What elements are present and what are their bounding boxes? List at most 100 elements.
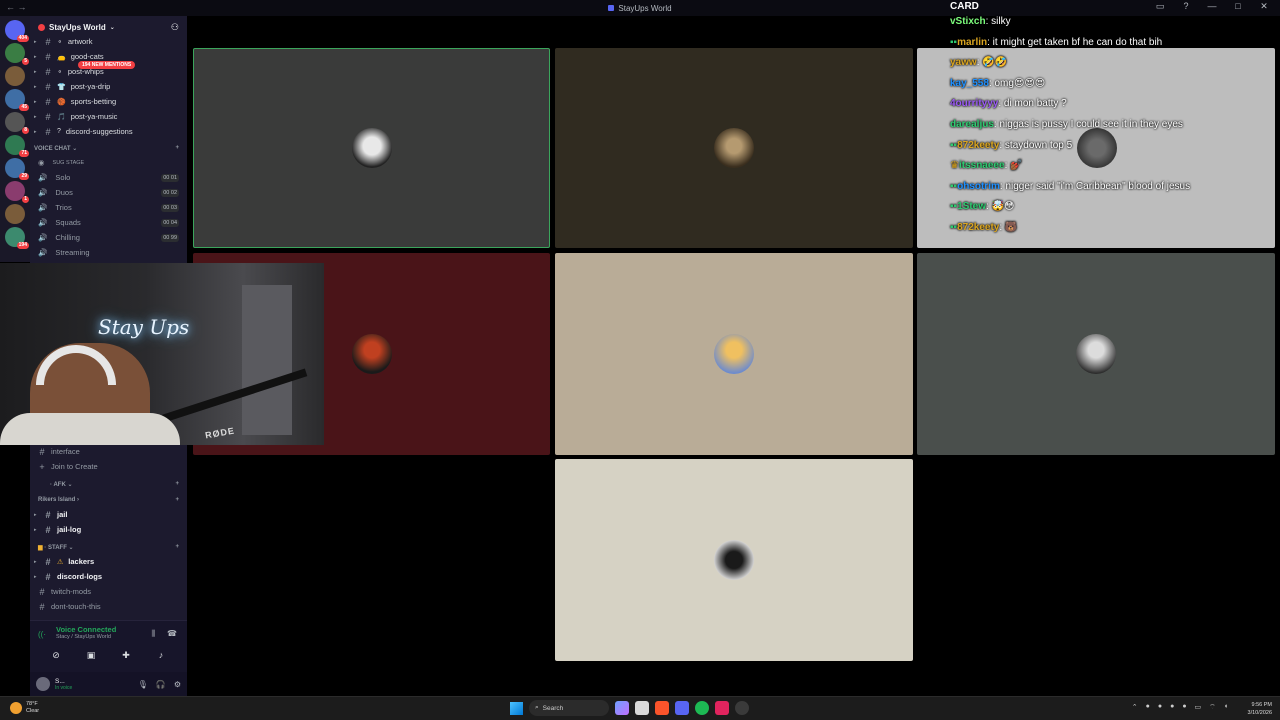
server-icon[interactable]: 8	[5, 112, 29, 134]
brave-browser-icon[interactable]	[655, 701, 669, 715]
noise-suppression-icon[interactable]: ⫼	[151, 629, 155, 639]
voice-channel-duos[interactable]: 🔊 Duos 00 02	[30, 185, 187, 200]
channel-lackers[interactable]: ▸ # ⚠ lackers	[30, 554, 187, 569]
video-tile[interactable]	[555, 253, 913, 455]
chat-user: itssnaeee	[958, 160, 1005, 172]
file-explorer-icon[interactable]	[635, 701, 649, 715]
category-rikers[interactable]: Rikers Island › +	[30, 493, 187, 507]
taskbar: 78°F Clear ⌕ Search ⌃ ● ● ● ● ▭ ⌔ ◖ 9:56 P…	[0, 696, 1280, 720]
chevron-up-icon[interactable]: ⌃	[1132, 703, 1138, 712]
user-panel: S... In voice 🎙 🎧 ⚙	[30, 672, 187, 696]
back-forward-nav[interactable]: ← →	[6, 2, 27, 12]
soundboard-button[interactable]: ♪	[145, 648, 177, 662]
tray-app-icon[interactable]: ●	[1146, 703, 1150, 712]
start-button[interactable]	[510, 701, 523, 715]
add-channel-icon[interactable]: +	[175, 497, 179, 503]
chat-user: kay_558	[950, 77, 989, 89]
add-channel-icon[interactable]: +	[175, 145, 179, 151]
wifi-icon[interactable]: ⌔	[1209, 703, 1216, 712]
category-label: VOICE CHAT	[34, 145, 71, 152]
channel-dont-touch-this[interactable]: # dont-touch-this	[30, 599, 187, 614]
channel-sports-betting[interactable]: ▸ # 🏀 sports-betting	[30, 94, 187, 109]
server-icon[interactable]: 45	[5, 89, 29, 111]
voice-channel-chilling[interactable]: 🔊 Chilling 00 99	[30, 230, 187, 245]
channel-join-to-create[interactable]: + Join to Create	[30, 459, 187, 474]
chat-text: niggas is pussy I could see it in they e…	[999, 118, 1183, 130]
add-friend-icon[interactable]: ⚇	[171, 22, 179, 33]
voice-channel-solo[interactable]: 🔊 Solo 00 01	[30, 170, 187, 185]
server-icon[interactable]: 29	[5, 158, 29, 180]
server-icon[interactable]: 1	[5, 181, 29, 203]
channel-label: jail-log	[57, 525, 82, 534]
clock[interactable]: 9:56 PM 3/10/2026	[1248, 701, 1272, 717]
signal-icon[interactable]: ((·	[38, 630, 46, 639]
gear-icon[interactable]: ⚙	[174, 680, 181, 689]
channel-artwork[interactable]: ▸ # ⚬ artwork	[30, 34, 187, 49]
adobe-icon[interactable]	[715, 701, 729, 715]
channel-discord-suggestions[interactable]: ▸ #? discord-suggestions	[30, 124, 187, 139]
microphone-icon[interactable]: 🎙	[138, 680, 148, 689]
channel-label: artwork	[67, 37, 93, 46]
channel-post-ya-music[interactable]: ▸ # 🎵 post-ya-music	[30, 109, 187, 124]
category-afk[interactable]: · AFK ⌄ +	[30, 477, 187, 491]
mention-badge: 71	[19, 150, 29, 157]
obs-icon[interactable]	[735, 701, 749, 715]
stream-chat-overlay: CARD vStixch: silky ▪▪marlin: it might g…	[946, 0, 1280, 248]
server-icon[interactable]: 71	[5, 135, 29, 157]
server-icon[interactable]: 5	[5, 43, 29, 65]
chat-message: kay_558: omg😍😍😍	[950, 77, 1046, 89]
channel-interface[interactable]: # interface	[30, 444, 187, 459]
server-rail: 404 5 45 8 71 29 1 194	[0, 16, 30, 262]
volume-icon[interactable]: ◖	[1224, 703, 1228, 712]
channel-jail-log[interactable]: ▸ # jail-log	[30, 522, 187, 537]
channel-discord-logs[interactable]: ▸ # discord-logs	[30, 569, 187, 584]
discord-icon[interactable]	[675, 701, 689, 715]
tray-app-icon[interactable]: ●	[1158, 703, 1162, 712]
category-voice-chat[interactable]: VOICE CHAT ⌄ +	[30, 141, 187, 155]
server-icon[interactable]	[5, 66, 25, 86]
tray-app-icon[interactable]: ●	[1170, 703, 1174, 712]
stage-label: SUG STAGE	[52, 159, 85, 166]
display-icon[interactable]: ▭	[1195, 703, 1202, 712]
channel-post-ya-drip[interactable]: ▸ # 👕 post-ya-drip	[30, 79, 187, 94]
voice-channel-streaming[interactable]: 🔊 Streaming	[30, 245, 187, 260]
disconnect-icon[interactable]: ☎	[167, 629, 177, 639]
user-limit: 00 01	[161, 173, 179, 182]
copilot-icon[interactable]	[615, 701, 629, 715]
channel-twitch-mods[interactable]: # twitch-mods	[30, 584, 187, 599]
weather-widget[interactable]: 78°F Clear	[10, 701, 39, 715]
mention-badge: 29	[19, 173, 29, 180]
headphones-icon[interactable]: 🎧	[156, 680, 166, 689]
video-tile[interactable]	[917, 253, 1275, 455]
video-tile[interactable]	[555, 459, 913, 661]
voice-channel-squads[interactable]: 🔊 Squads 00 04	[30, 215, 187, 230]
category-staff[interactable]: ▆ · Staff ⌄ +	[30, 540, 187, 554]
chat-message: 4ourrityyy: di mon batty ?	[950, 98, 1067, 110]
stage-channel[interactable]: ◉ SUG STAGE	[30, 155, 187, 170]
voice-channel-label: Solo	[55, 173, 71, 182]
activities-button[interactable]: ✚	[110, 648, 142, 662]
channel-jail[interactable]: ▸ # jail	[30, 507, 187, 522]
channel-label: dont-touch-this	[51, 602, 101, 611]
screen-share-button[interactable]: ▣	[75, 648, 107, 662]
video-tile[interactable]	[193, 48, 550, 248]
chat-message: ▪▪872keety: staydown top 5	[950, 139, 1073, 151]
server-icon[interactable]: 194	[5, 227, 29, 249]
avatar[interactable]	[36, 677, 50, 691]
spotify-icon[interactable]	[695, 701, 709, 715]
tray-app-icon[interactable]: ●	[1182, 703, 1186, 712]
voice-channel-label: Squads	[55, 218, 81, 227]
add-channel-icon[interactable]: +	[175, 481, 179, 487]
folder-icon: ▆	[38, 544, 43, 551]
home-button[interactable]: 404	[5, 20, 29, 42]
video-tile[interactable]	[555, 48, 913, 248]
mention-badge: 1	[22, 196, 29, 203]
chat-text: 🤯😳	[991, 201, 1015, 213]
camera-off-button[interactable]: ⊘	[40, 648, 72, 662]
voice-channel-trios[interactable]: 🔊 Trios 00 03	[30, 200, 187, 215]
server-icon[interactable]	[5, 204, 25, 224]
new-mentions-pill[interactable]: 194 NEW MENTIONS	[78, 61, 136, 69]
chat-message: ▪▪1Stew: 🤯😳	[950, 201, 1015, 213]
taskbar-search[interactable]: ⌕ Search	[529, 700, 609, 716]
add-channel-icon[interactable]: +	[175, 544, 179, 550]
